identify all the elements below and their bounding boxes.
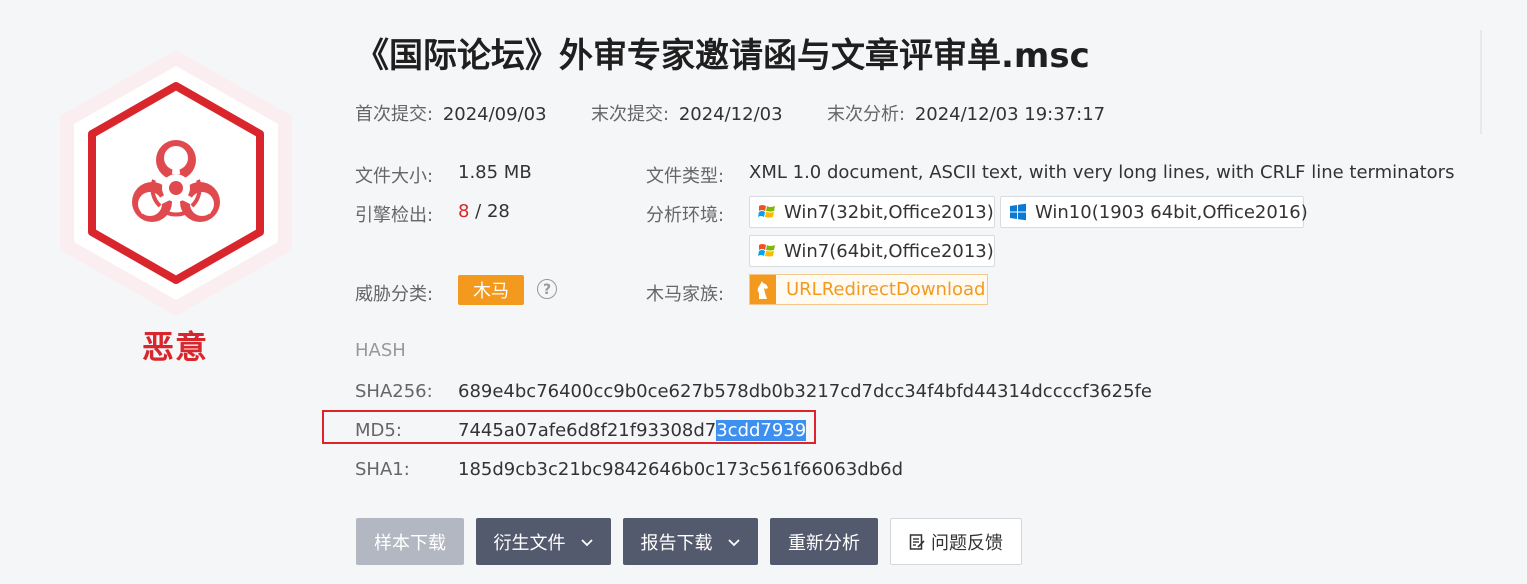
- reanalyze-button[interactable]: 重新分析: [770, 518, 878, 565]
- sample-download-button[interactable]: 样本下载: [356, 518, 464, 565]
- verdict-label: 恶意: [141, 328, 208, 366]
- file-size-label: 文件大小:: [355, 166, 434, 187]
- chevron-down-icon: [580, 538, 593, 546]
- last-analysis-value: 2024/12/03 19:37:17: [914, 104, 1106, 125]
- analysis-env-label: 分析环境:: [646, 205, 725, 226]
- file-report-header: 恶意 《国际论坛》外审专家邀请函与文章评审单.msc 首次提交: 2024/09…: [0, 0, 1527, 584]
- divider: [1480, 30, 1482, 134]
- env-win7-64bit[interactable]: Win7(64bit,Office2013): [749, 235, 995, 267]
- help-icon[interactable]: ?: [537, 279, 557, 299]
- engine-detected-count: 8: [458, 201, 470, 222]
- last-submit-label: 末次提交:: [591, 104, 670, 125]
- windows7-icon: [758, 205, 775, 218]
- windows10-icon: [1010, 203, 1026, 221]
- trojan-family-value: URLRedirectDownload: [786, 279, 986, 300]
- feedback-label: 问题反馈: [931, 532, 1003, 554]
- hash-section-title: HASH: [355, 340, 406, 361]
- hexagon-biohazard-icon: [60, 50, 292, 316]
- sample-download-label: 样本下载: [374, 532, 446, 554]
- file-size-value: 1.85 MB: [458, 162, 532, 183]
- env-label: Win7(64bit,Office2013): [784, 240, 994, 262]
- file-title: 《国际论坛》外审专家邀请函与文章评审单.msc: [355, 36, 1090, 76]
- edit-document-icon: [909, 533, 925, 550]
- derived-files-label: 衍生文件: [493, 532, 566, 554]
- reanalyze-label: 重新分析: [788, 532, 860, 554]
- env-label: Win7(32bit,Office2013): [784, 201, 994, 223]
- env-win7-32bit[interactable]: Win7(32bit,Office2013): [749, 196, 995, 228]
- windows7-icon: [758, 244, 775, 257]
- sha256-value[interactable]: 689e4bc76400cc9b0ce627b578db0b3217cd7dcc…: [458, 381, 1152, 402]
- trojan-family-label: 木马家族:: [646, 284, 725, 305]
- file-type-value: XML 1.0 document, ASCII text, with very …: [749, 162, 1455, 183]
- last-submit-value: 2024/12/03: [678, 104, 783, 125]
- sha1-label: SHA1:: [355, 459, 410, 480]
- env-label: Win10(1903 64bit,Office2016): [1035, 201, 1308, 223]
- engine-total-count: 28: [486, 201, 510, 222]
- trojan-family-tag[interactable]: URLRedirectDownload: [749, 274, 988, 305]
- derived-files-button[interactable]: 衍生文件: [476, 518, 611, 565]
- report-download-label: 报告下载: [640, 532, 713, 554]
- file-type-label: 文件类型:: [646, 166, 725, 187]
- report-download-button[interactable]: 报告下载: [623, 518, 758, 565]
- sha1-value[interactable]: 185d9cb3c21bc9842646b0c173c561f66063db6d: [458, 459, 903, 480]
- threat-category-label: 威胁分类:: [355, 284, 434, 305]
- engine-detection-value[interactable]: 8 / 28: [458, 201, 510, 222]
- first-submit-value: 2024/09/03: [442, 104, 547, 125]
- sha256-label: SHA256:: [355, 381, 433, 402]
- engine-separator: /: [469, 201, 487, 222]
- threat-category-tag: 木马: [458, 275, 524, 305]
- trojan-horse-icon: [750, 275, 776, 304]
- last-analysis-label: 末次分析:: [827, 104, 906, 125]
- env-win10-64bit[interactable]: Win10(1903 64bit,Office2016): [1000, 196, 1308, 228]
- md5-highlight-box: [322, 410, 816, 444]
- malicious-badge: [56, 48, 296, 318]
- first-submit-label: 首次提交:: [355, 104, 434, 125]
- chevron-down-icon: [727, 538, 740, 546]
- feedback-button[interactable]: 问题反馈: [890, 518, 1022, 565]
- engine-detection-label: 引擎检出:: [355, 205, 434, 226]
